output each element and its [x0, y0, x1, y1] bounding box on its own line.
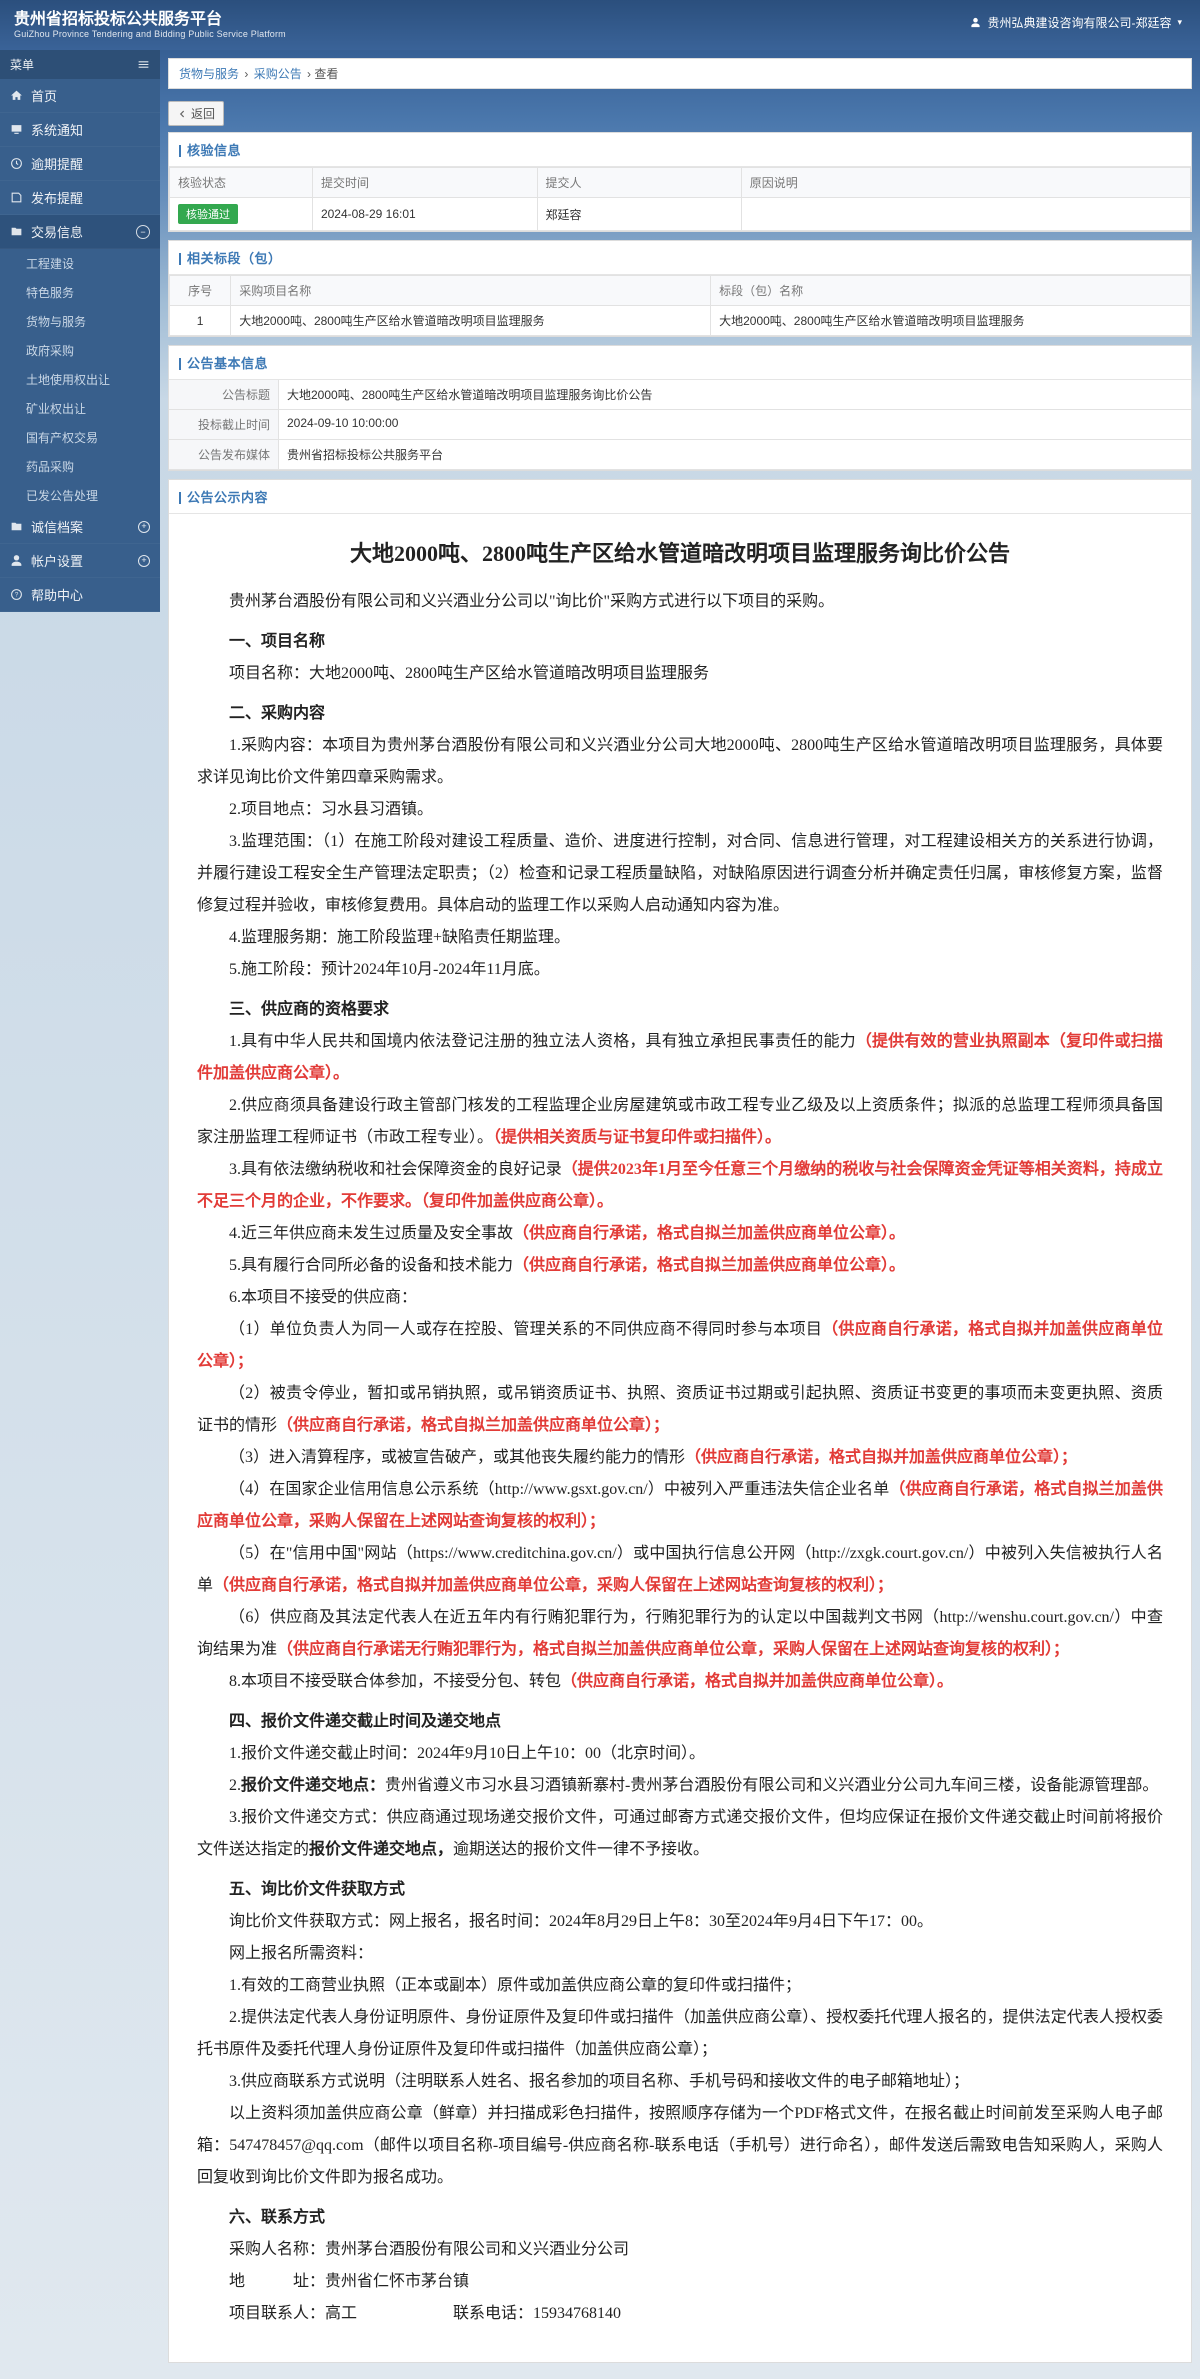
bid-table: 序号 采购项目名称 标段（包）名称 1 大地2000吨、2800吨生产区给水管道…	[169, 275, 1191, 336]
crumb-1[interactable]: 货物与服务	[179, 67, 239, 81]
sidebar-item-overdue[interactable]: 逾期提醒	[0, 147, 160, 181]
sidebar-item-trade[interactable]: 交易信息−	[0, 215, 160, 249]
user-area[interactable]: 贵州弘典建设咨询有限公司-郑廷容▾	[970, 14, 1182, 31]
collapse-icon: −	[136, 225, 150, 239]
monitor-icon	[10, 123, 23, 136]
verify-reason	[741, 198, 1190, 231]
subnav-hwfw[interactable]: 货物与服务	[0, 307, 160, 336]
verify-table: 核验状态 提交时间 提交人 原因说明 核验通过 2024-08-29 16:01…	[169, 167, 1191, 231]
sidebar-item-sysmsg[interactable]: 系统通知	[0, 113, 160, 147]
publish-icon	[10, 191, 23, 204]
subnav-land[interactable]: 土地使用权出让	[0, 365, 160, 394]
subnav-tsfw[interactable]: 特色服务	[0, 278, 160, 307]
home-icon	[10, 89, 23, 102]
sidebar-item-home[interactable]: 首页	[0, 79, 160, 113]
sidebar-item-pubremind[interactable]: 发布提醒	[0, 181, 160, 215]
subnav-mine[interactable]: 矿业权出让	[0, 394, 160, 423]
platform-title: 贵州省招标投标公共服务平台	[14, 11, 286, 29]
doc-main-title: 大地2000吨、2800吨生产区给水管道暗改明项目监理服务询比价公告	[197, 536, 1163, 568]
subnav-prop[interactable]: 国有产权交易	[0, 423, 160, 452]
panel-verify: 核验信息 核验状态 提交时间 提交人 原因说明 核验通过 2024-08-29 …	[168, 132, 1192, 232]
clock-icon	[10, 157, 23, 170]
panel-bid: 相关标段（包） 序号 采购项目名称 标段（包）名称 1 大地2000吨、2800…	[168, 240, 1192, 337]
user-label: 贵州弘典建设咨询有限公司-郑廷容	[987, 14, 1171, 31]
user-icon	[10, 554, 23, 567]
menu-icon[interactable]	[137, 58, 150, 71]
verify-time: 2024-08-29 16:01	[312, 198, 537, 231]
sidebar-item-help[interactable]: ?帮助中心	[0, 578, 160, 612]
main-content: 货物与服务 › 采购公告 › 查看 返回 核验信息 核验状态 提交时间 提交人 …	[160, 50, 1200, 2379]
expand-icon: +	[138, 521, 150, 533]
subnav-zfcg[interactable]: 政府采购	[0, 336, 160, 365]
back-icon	[177, 109, 187, 119]
sidebar-group-header: 菜单	[0, 50, 160, 79]
expand-icon: +	[138, 555, 150, 567]
crumb-3: 查看	[314, 67, 338, 81]
back-button[interactable]: 返回	[168, 101, 224, 126]
svg-text:?: ?	[15, 592, 19, 599]
panel-content-title: 公告公示内容	[169, 480, 1191, 514]
panel-bid-title: 相关标段（包）	[169, 241, 1191, 275]
panel-basic-title: 公告基本信息	[169, 346, 1191, 380]
help-icon: ?	[10, 588, 23, 601]
sidebar-item-credit[interactable]: 诚信档案+	[0, 510, 160, 544]
panel-basic: 公告基本信息 公告标题大地2000吨、2800吨生产区给水管道暗改明项目监理服务…	[168, 345, 1192, 471]
breadcrumb: 货物与服务 › 采购公告 › 查看	[168, 58, 1192, 89]
sidebar-item-account[interactable]: 帐户设置+	[0, 544, 160, 578]
platform-subtitle: GuiZhou Province Tendering and Bidding P…	[14, 29, 286, 39]
subnav-pubhandle[interactable]: 已发公告处理	[0, 481, 160, 510]
subnav-gcjz[interactable]: 工程建设	[0, 249, 160, 278]
panel-content: 公告公示内容 大地2000吨、2800吨生产区给水管道暗改明项目监理服务询比价公…	[168, 479, 1192, 2363]
subnav-drug[interactable]: 药品采购	[0, 452, 160, 481]
panel-verify-title: 核验信息	[169, 133, 1191, 167]
verify-person: 郑廷容	[537, 198, 741, 231]
folder-icon	[10, 225, 23, 238]
sidebar: 菜单 首页 系统通知 逾期提醒 发布提醒 交易信息− 工程建设 特色服务 货物与…	[0, 50, 160, 612]
user-icon	[970, 17, 981, 28]
top-banner: 贵州省招标投标公共服务平台 GuiZhou Province Tendering…	[0, 0, 1200, 50]
document-body: 大地2000吨、2800吨生产区给水管道暗改明项目监理服务询比价公告 贵州茅台酒…	[169, 514, 1191, 2362]
crumb-2[interactable]: 采购公告	[254, 67, 302, 81]
folder-icon	[10, 520, 23, 533]
verify-status-tag: 核验通过	[178, 204, 238, 224]
